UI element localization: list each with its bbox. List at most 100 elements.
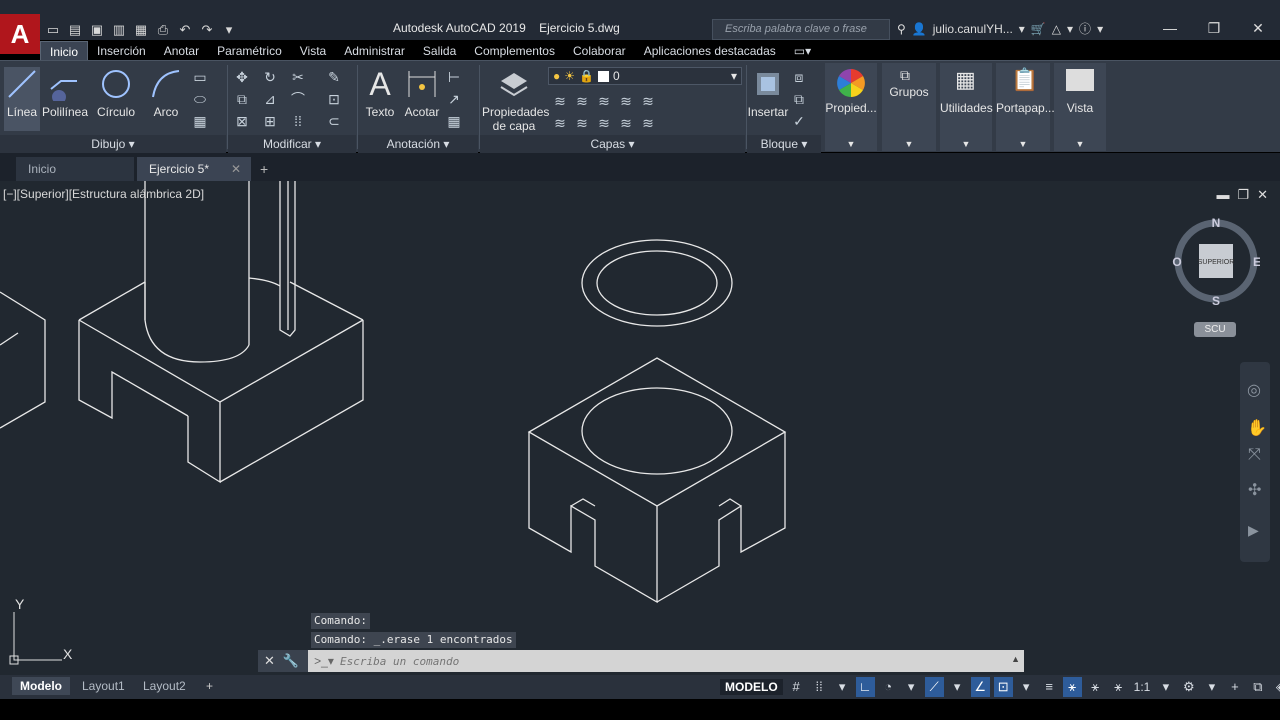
steering-wheel-icon[interactable]: ◎	[1247, 380, 1261, 400]
user-icon[interactable]: 👤	[912, 22, 927, 36]
file-tab-inicio[interactable]: Inicio	[16, 157, 134, 181]
chevron-down-icon[interactable]: ▾	[1156, 677, 1175, 697]
circle-button[interactable]: Círculo	[94, 67, 138, 119]
properties-panel-button[interactable]: Propied... ▼	[825, 63, 877, 151]
command-prompt-icon[interactable]: >_▾	[310, 650, 338, 672]
open-icon[interactable]: ▤	[66, 21, 84, 39]
annotation-visibility-icon[interactable]: ⚹	[1062, 677, 1082, 697]
workspace-gear-icon[interactable]: ⚙	[1179, 677, 1198, 697]
utilities-panel-button[interactable]: ▦ Utilidades ▼	[940, 63, 993, 151]
a360-icon[interactable]: △	[1052, 22, 1061, 36]
explode-icon[interactable]: ⊡	[324, 89, 344, 109]
mirror-icon[interactable]: ⊿	[260, 89, 280, 109]
zoom-extents-icon[interactable]: ⤧	[1248, 446, 1261, 464]
viewport-controls-label[interactable]: [−][Superior][Estructura alámbrica 2D]	[3, 187, 204, 201]
restore-icon[interactable]: ❐	[1237, 187, 1249, 203]
tab-administrar[interactable]: Administrar	[335, 41, 414, 61]
layer-properties-button[interactable]: Propiedades de capa	[482, 67, 549, 133]
isodraft-icon[interactable]: ⟋	[924, 677, 944, 697]
drawing-canvas[interactable]: Y X [−][Superior][Estructura alámbrica 2…	[0, 181, 1280, 675]
close-icon[interactable]: ✕	[1236, 14, 1280, 42]
tab-inicio[interactable]: Inicio	[40, 41, 89, 61]
layer-tool-icon[interactable]: ≋	[616, 113, 636, 133]
line-button[interactable]: Línea	[4, 67, 40, 131]
scale-icon[interactable]: ⊞	[260, 111, 280, 131]
web-mobile-icon[interactable]: ▦	[132, 21, 150, 39]
create-block-icon[interactable]: ⧈	[789, 67, 809, 87]
table-icon[interactable]: ▦	[444, 111, 464, 131]
insert-button[interactable]: Insertar	[747, 67, 789, 119]
chevron-down-icon[interactable]: ▾	[1202, 677, 1221, 697]
tab-salida[interactable]: Salida	[414, 41, 465, 61]
dimension-button[interactable]: Acotar	[402, 67, 442, 119]
minimize-icon[interactable]: ▬	[1216, 187, 1229, 203]
layer-tool-icon[interactable]: ≋	[594, 91, 614, 111]
close-icon[interactable]: ✕	[264, 653, 275, 669]
tab-insercion[interactable]: Inserción	[88, 41, 155, 61]
new-icon[interactable]: ▭	[44, 21, 62, 39]
redo-icon[interactable]: ↷	[198, 21, 216, 39]
erase-icon[interactable]: ✎	[324, 67, 344, 87]
layout-tab-modelo[interactable]: Modelo	[12, 677, 70, 695]
command-input[interactable]	[340, 650, 980, 672]
chevron-down-icon[interactable]: ▾	[1017, 677, 1036, 697]
layer-tool-icon[interactable]: ≋	[638, 113, 658, 133]
add-layout-icon[interactable]: +	[198, 677, 221, 695]
move-icon[interactable]: ✥	[232, 67, 252, 87]
ellipse-icon[interactable]: ⬭	[190, 89, 210, 109]
grid-icon[interactable]: #	[787, 677, 806, 697]
hatch-icon[interactable]: ▦	[190, 111, 210, 131]
layer-tool-icon[interactable]: ≋	[594, 113, 614, 133]
annotation-scale-icon[interactable]: ⚹	[1109, 677, 1128, 697]
undo-icon[interactable]: ↶	[176, 21, 194, 39]
edit-block-icon[interactable]: ⧉	[789, 89, 809, 109]
save-icon[interactable]: ▣	[88, 21, 106, 39]
viewcube[interactable]: SUPERIOR N S E O	[1170, 215, 1261, 308]
panel-title-bloque[interactable]: Bloque ▾	[747, 135, 821, 153]
panel-title-anotacion[interactable]: Anotación ▾	[358, 135, 478, 153]
minimize-icon[interactable]: —	[1148, 14, 1192, 42]
cart-icon[interactable]: 🛒	[1031, 22, 1046, 36]
chevron-down-icon[interactable]: ▾	[1097, 22, 1103, 36]
print-icon[interactable]: ⎙	[154, 21, 172, 39]
restore-icon[interactable]: ❐	[1192, 14, 1236, 42]
layer-dropdown[interactable]: ● ☀ 🔒 0 ▾	[548, 67, 742, 85]
customize-qat-icon[interactable]: ▾	[220, 21, 238, 39]
layer-tool-icon[interactable]: ≋	[572, 113, 592, 133]
object-snap-tracking-icon[interactable]: ∠	[970, 677, 990, 697]
layer-tool-icon[interactable]: ≋	[572, 91, 592, 111]
tab-parametrico[interactable]: Paramétrico	[208, 41, 291, 61]
lineweight-icon[interactable]: ≡	[1040, 677, 1059, 697]
object-snap-icon[interactable]: ⊡	[993, 677, 1013, 697]
array-icon[interactable]: ⁞⁞	[288, 111, 308, 131]
trim-icon[interactable]: ✂	[288, 67, 308, 87]
text-button[interactable]: A Texto	[360, 67, 400, 119]
tab-aplicaciones[interactable]: Aplicaciones destacadas	[635, 41, 785, 61]
model-space-button[interactable]: MODELO	[720, 679, 783, 695]
pan-icon[interactable]: ✋	[1247, 418, 1267, 438]
chevron-down-icon[interactable]: ▾	[902, 677, 921, 697]
wrench-icon[interactable]: 🔧	[283, 653, 299, 669]
search-input[interactable]: Escriba palabra clave o frase	[712, 19, 890, 40]
polar-icon[interactable]: ◔	[879, 677, 898, 697]
linear-dim-icon[interactable]: ⊢	[444, 67, 464, 87]
polyline-button[interactable]: Polilínea	[42, 67, 88, 119]
auto-scale-icon[interactable]: ⚹	[1086, 677, 1105, 697]
block-attributes-icon[interactable]: ✓	[789, 111, 809, 131]
clipboard-panel-button[interactable]: 📋 Portapap... ▼	[996, 63, 1055, 151]
save-as-icon[interactable]: ▥	[110, 21, 128, 39]
orbit-icon[interactable]: ✣	[1248, 480, 1261, 500]
ucs-menu-button[interactable]: SCU	[1194, 322, 1236, 337]
user-name[interactable]: julio.canulYH...	[933, 22, 1013, 36]
help-icon[interactable]: ⓘ	[1079, 20, 1091, 37]
app-menu-button[interactable]: A	[0, 14, 40, 54]
snap-icon[interactable]: ⁞⁞	[810, 677, 829, 697]
panel-title-dibujo[interactable]: Dibujo ▾	[0, 135, 226, 153]
binoculars-icon[interactable]: ⚲	[897, 22, 906, 36]
offset-icon[interactable]: ⊂	[324, 111, 344, 131]
layout-tab-layout2[interactable]: Layout2	[135, 677, 194, 695]
isolate-objects-icon[interactable]: ⧉	[1248, 677, 1267, 697]
tab-complementos[interactable]: Complementos	[465, 41, 564, 61]
layer-tool-icon[interactable]: ≋	[638, 91, 658, 111]
copy-icon[interactable]: ⧉	[232, 89, 252, 109]
